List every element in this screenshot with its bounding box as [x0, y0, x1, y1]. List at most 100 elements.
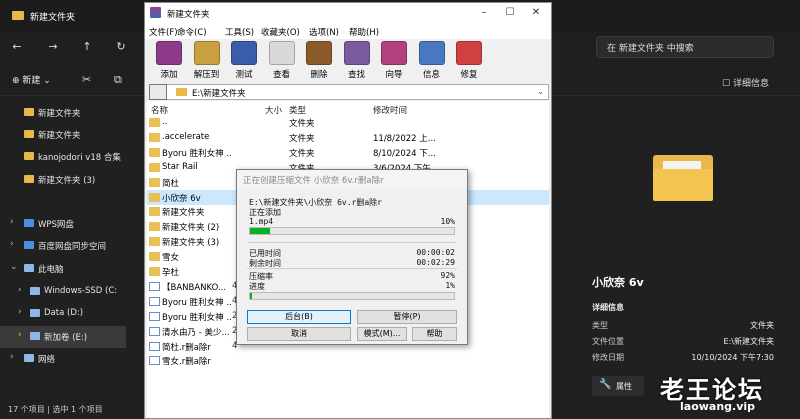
file-progress-fill [250, 228, 271, 234]
sidebar-item-label: Data (D:) [44, 308, 84, 318]
detail-key: 修改日期 [592, 353, 624, 362]
winrar-title: 新建文件夹 [167, 10, 210, 20]
menu-item[interactable]: 收藏夹(O) [261, 26, 300, 38]
details-label: 详细信息 [732, 79, 769, 89]
sidebar-item[interactable]: kanojodori v18 合集 [0, 146, 126, 168]
cut-icon[interactable]: ✂ [82, 73, 91, 86]
divider [247, 268, 457, 269]
toolbar-button-8[interactable]: 修复 [453, 41, 485, 83]
toolbar-icon [306, 41, 332, 65]
folder-icon [149, 118, 160, 127]
menu-item[interactable]: 选项(N) [309, 26, 339, 38]
sidebar-item[interactable]: 新建文件夹 [0, 124, 126, 146]
toolbar-icon [343, 41, 370, 65]
toolbar-button-1[interactable]: 解压到 [191, 41, 223, 83]
sidebar-item[interactable]: › Windows-SSD (C: [0, 281, 126, 303]
pause-button[interactable]: 暂停(P) [357, 310, 457, 324]
table-row[interactable]: 雪女.r删a除r [147, 353, 549, 368]
folder-icon [149, 237, 160, 247]
background-button[interactable]: 后台(B) [247, 310, 351, 324]
cancel-button[interactable]: 取消 [247, 327, 351, 341]
menu-item[interactable]: 帮助(H) [349, 26, 379, 38]
toolbar-icon [381, 41, 407, 65]
sidebar-item[interactable]: 新建文件夹 (3) [0, 169, 126, 191]
forward-arrow-icon[interactable]: → [46, 40, 60, 54]
sidebar-item[interactable]: › 百度网盘同步空间 [0, 235, 126, 257]
drive-icon [30, 309, 40, 317]
new-button[interactable]: ⊕ 新建 ⌄ [12, 73, 51, 86]
sidebar-item-label: 百度网盘同步空间 [38, 242, 107, 252]
detail-key: 类型 [592, 321, 608, 330]
search-input[interactable]: 在 新建文件夹 中搜索 [596, 36, 774, 58]
table-row[interactable]: .. 文件夹 [147, 115, 549, 130]
maximize-icon[interactable]: ☐ [497, 3, 523, 23]
pc-icon [24, 264, 34, 272]
address-bar[interactable]: E:\新建文件夹 ⌄ [149, 84, 549, 100]
toolbar-icon [268, 41, 295, 65]
toolbar-label: 解压到 [193, 70, 220, 80]
menu-item[interactable]: 工具(S) [225, 26, 254, 38]
chevron-right-icon[interactable]: › [18, 330, 22, 340]
sidebar-item[interactable]: › Data (D:) [0, 303, 126, 325]
cell-name: Star Rail [162, 161, 198, 172]
copy-icon[interactable]: ⧉ [114, 73, 122, 87]
toolbar-button-5[interactable]: 查找 [341, 41, 373, 83]
sidebar-item[interactable]: › WPS网盘 [0, 213, 126, 235]
chevron-right-icon[interactable]: › [18, 285, 22, 295]
toolbar-label: 向导 [385, 70, 403, 80]
chevron-right-icon[interactable]: › [10, 352, 14, 362]
cloud-icon [24, 219, 34, 227]
dialog-titlebar: 正在创建压缩文件 小欣奈 6v.r删a除r [237, 170, 467, 188]
sidebar-item-label: kanojodori v18 合集 [38, 153, 121, 163]
up-arrow-icon[interactable]: ↑ [80, 40, 94, 54]
sidebar-item[interactable]: › 网络 [0, 348, 126, 370]
up-folder-icon[interactable] [149, 84, 167, 100]
folder-icon [176, 88, 187, 96]
sidebar-item[interactable]: 新建文件夹 [0, 102, 126, 124]
chevron-right-icon[interactable]: › [10, 217, 14, 227]
sidebar-item[interactable]: › 新加卷 (E:) [0, 326, 126, 348]
ratio-value: 92% [440, 271, 455, 280]
refresh-icon[interactable]: ↻ [114, 40, 128, 54]
properties-button[interactable]: 🔧 属性 [592, 376, 644, 396]
toolbar-icon [456, 41, 482, 65]
mode-button[interactable]: 模式(M)... [357, 327, 407, 341]
menu-item[interactable]: 命令(C) [177, 26, 207, 38]
chevron-down-icon[interactable]: ⌄ [537, 87, 544, 96]
toolbar-button-2[interactable]: 测试 [228, 41, 260, 83]
chevron-down-icon[interactable]: ⌄ [10, 262, 18, 272]
cell-type: 文件夹 [289, 148, 315, 159]
sidebar-item-label: 此电脑 [38, 265, 64, 275]
folder-icon [24, 175, 34, 183]
chevron-right-icon[interactable]: › [10, 239, 14, 249]
toolbar-button-7[interactable]: 信息 [416, 41, 448, 83]
toolbar-icon [231, 41, 257, 65]
chevron-right-icon[interactable]: › [18, 307, 22, 317]
address-path: E:\新建文件夹 [192, 89, 246, 99]
close-icon[interactable]: ✕ [523, 3, 549, 23]
sidebar-item-label: 新建文件夹 [38, 131, 81, 141]
help-button[interactable]: 帮助 [412, 327, 457, 341]
table-row[interactable]: .accelerate 文件夹 11/8/2022 上... [147, 130, 549, 145]
cell-name: 简杜 [162, 178, 180, 189]
cell-type: 文件夹 [289, 133, 315, 144]
progress-label: 进度 [249, 282, 265, 291]
table-row[interactable]: Byoru 胜利女神 ... 文件夹 8/10/2024 下... [147, 145, 549, 160]
menu-item[interactable]: 文件(F) [149, 26, 178, 38]
minimize-icon[interactable]: – [471, 3, 497, 23]
remaining-value: 00:02:29 [416, 258, 455, 267]
detail-value: 10/10/2024 下午7:30 [691, 353, 774, 362]
folder-icon [149, 162, 160, 172]
new-label: 新建 [22, 76, 41, 86]
toolbar-button-4[interactable]: 删除 [303, 41, 335, 83]
toolbar-label: 查找 [347, 70, 365, 80]
sidebar-item[interactable]: ⌄ 此电脑 [0, 258, 126, 280]
navigation-pane: 新建文件夹 新建文件夹 kanojodori v18 合集 新建文件夹 (3) › WPS… [0, 96, 126, 400]
toolbar-button-6[interactable]: 向导 [378, 41, 410, 83]
toolbar-button-3[interactable]: 查看 [266, 41, 298, 83]
details-button[interactable]: ☐ 详细信息 [722, 76, 769, 89]
explorer-tab-title[interactable]: 新建文件夹 [30, 10, 75, 23]
toolbar-button-0[interactable]: 添加 [153, 41, 185, 83]
cell-name: 新建文件夹 (2) [162, 223, 220, 234]
back-arrow-icon[interactable]: ← [10, 40, 24, 54]
